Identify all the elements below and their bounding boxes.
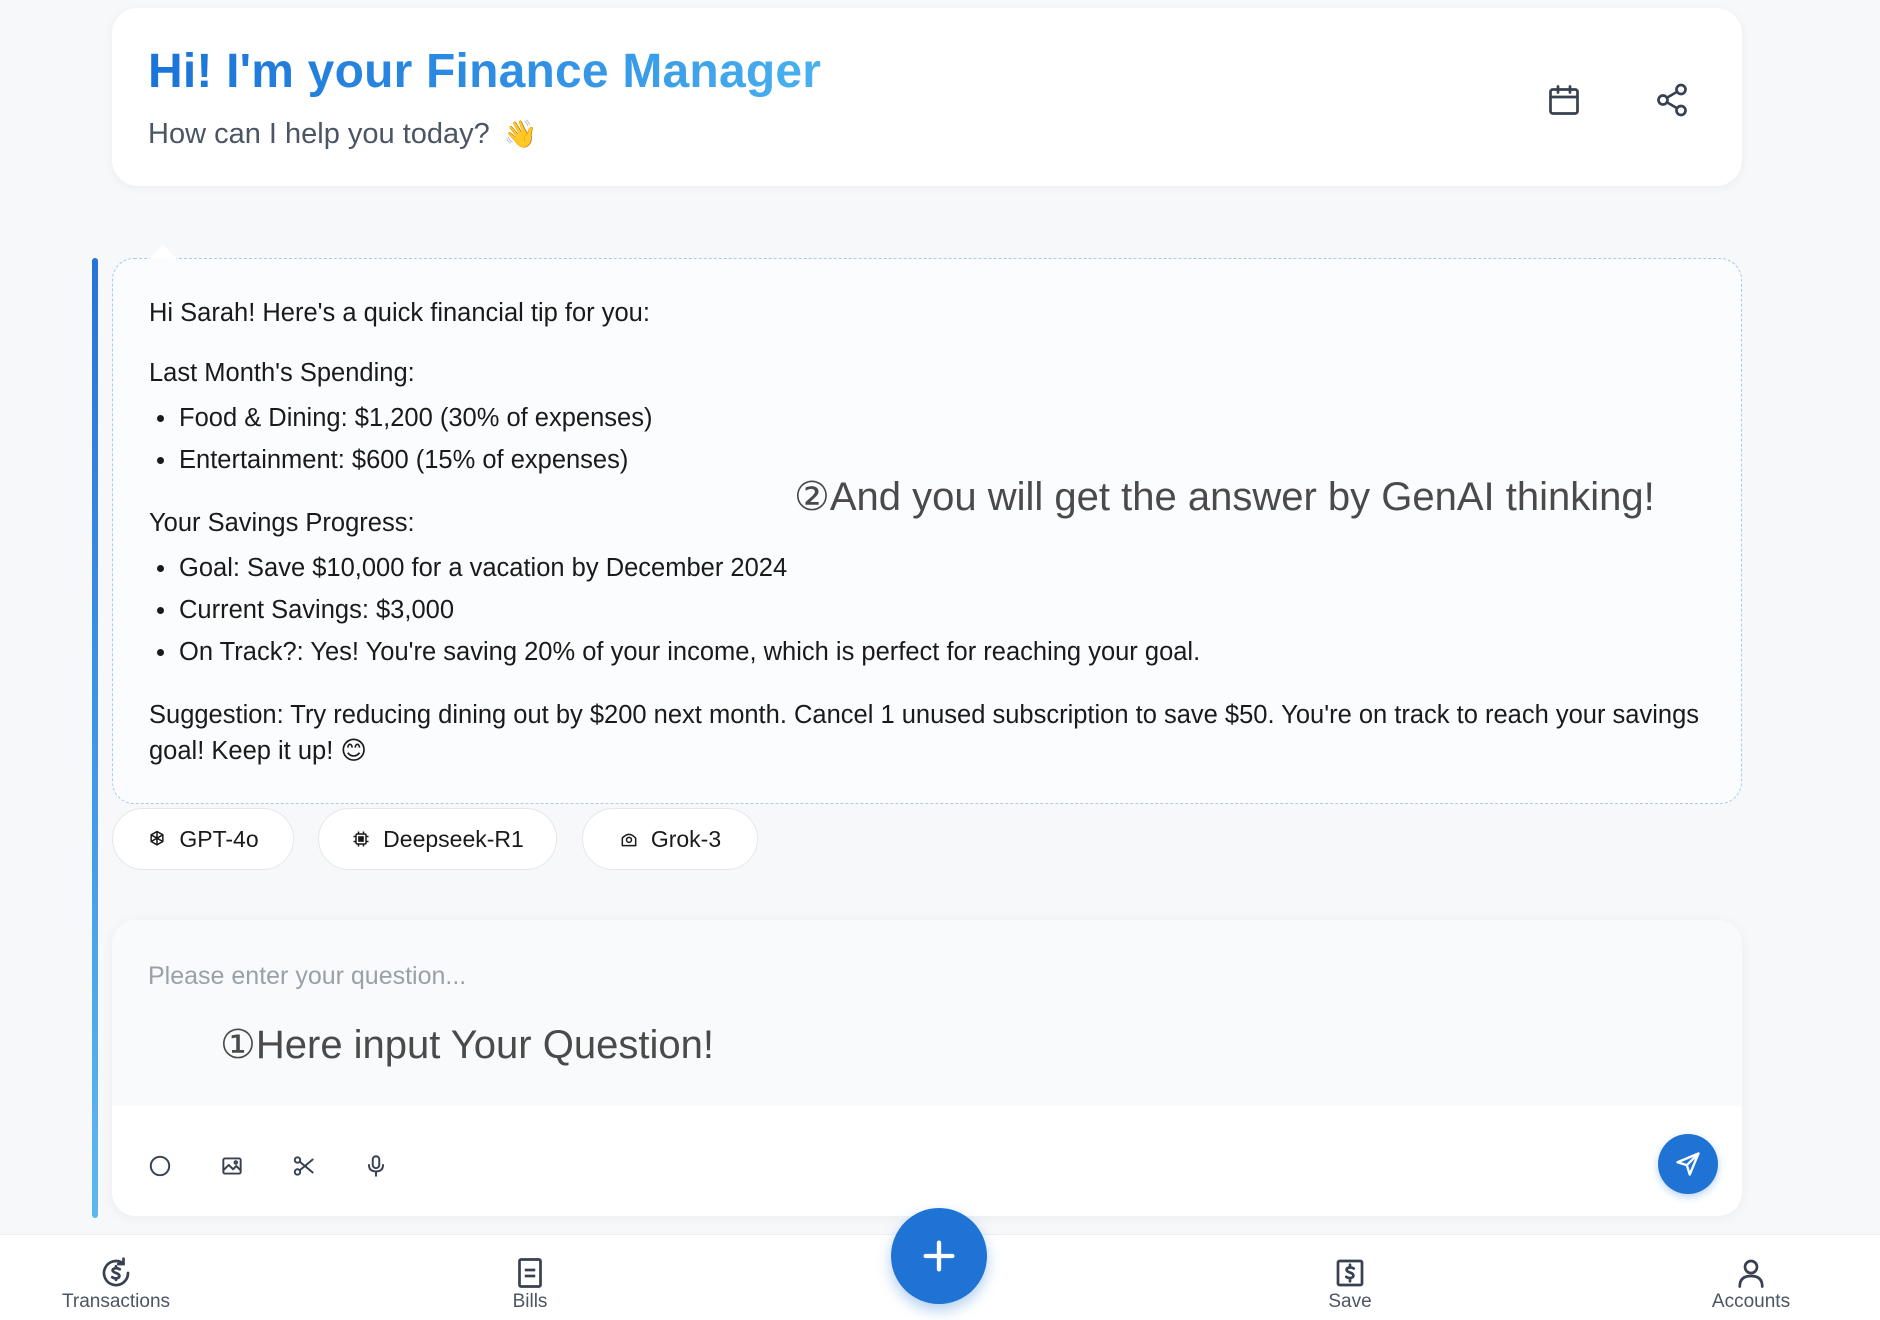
openai-icon	[150, 830, 164, 846]
microphone-icon	[367, 1155, 385, 1177]
microphone-button[interactable]	[358, 1148, 394, 1184]
suggestion-body: Suggestion: Try reducing dining out by $…	[149, 701, 1699, 765]
send-icon	[1676, 1152, 1700, 1176]
header-card: Hi! I'm your Finance Manager How can I h…	[112, 8, 1742, 186]
savings-list: Goal: Save $10,000 for a vacation by Dec…	[149, 547, 1709, 673]
nav-item-accounts[interactable]: Accounts	[1700, 1235, 1802, 1320]
model-chip-gpt-4o[interactable]: GPT-4o	[112, 808, 294, 870]
input-annotation: ①Here input Your Question!	[220, 1023, 714, 1067]
question-input-card: ①Here input Your Question!	[112, 920, 1742, 1216]
save-dollar-icon	[1336, 1259, 1364, 1287]
image-upload-button[interactable]	[214, 1148, 250, 1184]
chip-icon	[353, 831, 369, 847]
answer-card: Hi Sarah! Here's a quick financial tip f…	[112, 245, 1742, 804]
calendar-button[interactable]	[1542, 78, 1586, 122]
circle-icon	[149, 1155, 171, 1177]
nav-label: Bills	[512, 1291, 548, 1312]
nav-label: Transactions	[61, 1291, 171, 1312]
bills-icon	[518, 1258, 542, 1288]
account-icon	[1738, 1259, 1764, 1288]
model-chip-grok-3[interactable]: Grok-3	[582, 808, 758, 870]
calendar-icon	[1549, 85, 1579, 115]
subtitle-text: How can I help you today?	[148, 118, 490, 150]
robot-icon	[621, 833, 637, 847]
spending-list: Food & Dining: $1,200 (30% of expenses) …	[149, 397, 1709, 481]
send-button[interactable]	[1658, 1134, 1718, 1194]
scissors-tool-button[interactable]	[286, 1148, 322, 1184]
circle-tool-button[interactable]	[142, 1148, 178, 1184]
share-icon	[1657, 83, 1687, 117]
transactions-icon	[102, 1257, 130, 1287]
question-input[interactable]	[148, 956, 1348, 996]
waving-hand-emoji: 👋	[503, 119, 538, 149]
image-icon	[222, 1157, 242, 1175]
page-title: Hi! I'm your Finance Manager	[148, 45, 822, 98]
list-item: Food & Dining: $1,200 (30% of expenses)	[149, 397, 1709, 439]
answer-greeting: Hi Sarah! Here's a quick financial tip f…	[149, 299, 650, 327]
input-area	[112, 920, 1742, 1106]
nav-item-save[interactable]: Save	[1310, 1235, 1390, 1320]
answer-content: Hi Sarah! Here's a quick financial tip f…	[149, 295, 1709, 769]
add-button[interactable]	[891, 1208, 987, 1304]
nav-label: Accounts	[1711, 1291, 1791, 1312]
spending-heading: Last Month's Spending:	[149, 359, 415, 387]
model-chip-label: GPT-4o	[179, 825, 259, 852]
conversation-accent-bar	[92, 258, 98, 1218]
list-item: On Track?: Yes! You're saving 20% of you…	[149, 631, 1709, 673]
scissors-icon	[293, 1156, 314, 1176]
list-item: Goal: Save $10,000 for a vacation by Dec…	[149, 547, 1709, 589]
answer-annotation: ②And you will get the answer by GenAI th…	[794, 475, 1655, 519]
share-button[interactable]	[1650, 78, 1694, 122]
smiling-emoji: 😊	[340, 737, 367, 765]
plus-icon	[923, 1240, 955, 1272]
model-chip-label: Deepseek-R1	[383, 825, 524, 852]
page-subtitle: How can I help you today? 👋	[148, 118, 537, 151]
list-item: Current Savings: $3,000	[149, 589, 1709, 631]
nav-item-bills[interactable]: Bills	[490, 1235, 570, 1320]
model-chip-label: Grok-3	[650, 825, 722, 852]
model-chip-deepseek-r1[interactable]: Deepseek-R1	[318, 808, 557, 870]
nav-label: Save	[1328, 1291, 1372, 1312]
suggestion-text: Suggestion: Try reducing dining out by $…	[149, 697, 1709, 769]
nav-item-transactions[interactable]: Transactions	[56, 1235, 176, 1320]
